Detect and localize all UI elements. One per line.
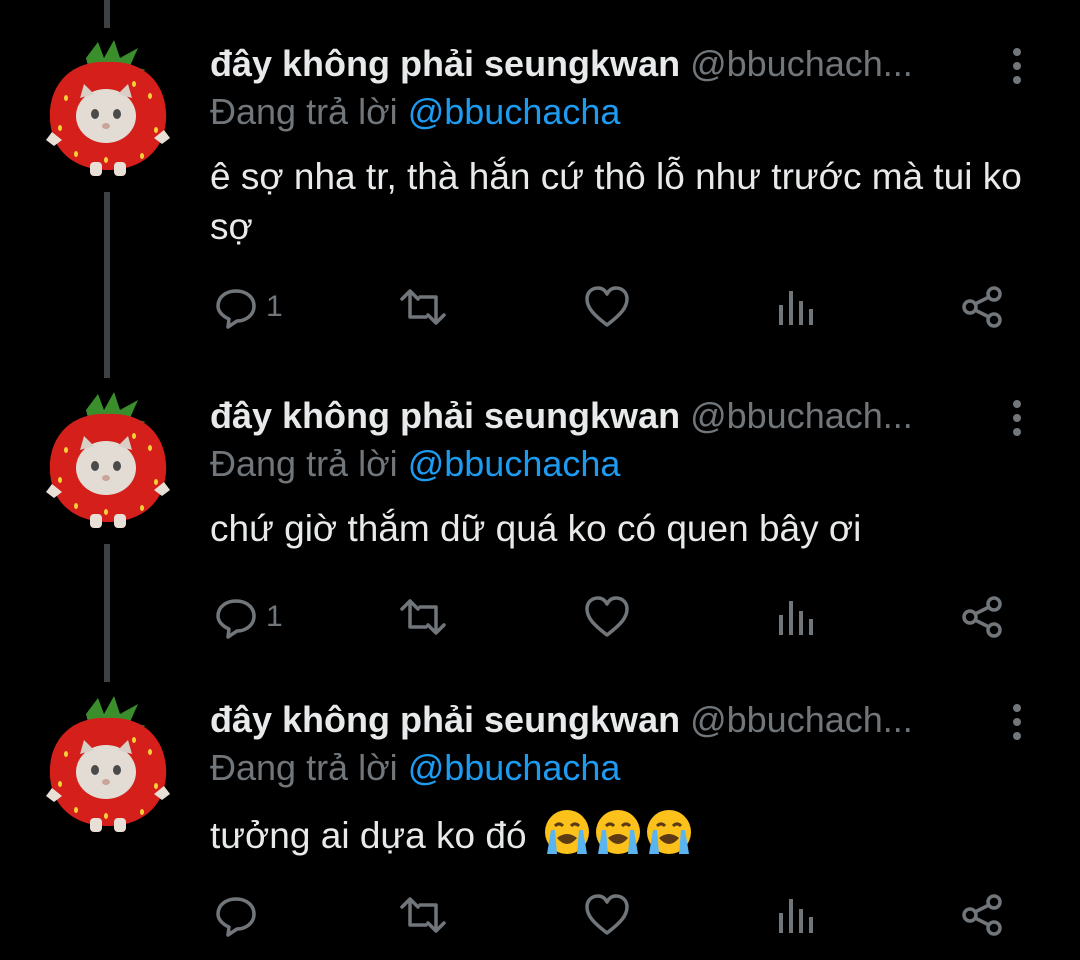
tweet-header: đây không phải seungkwan @bbuchach... [210, 394, 1000, 438]
replying-to: Đang trả lời @bbuchacha [210, 746, 620, 790]
more-vertical-icon [1013, 48, 1021, 84]
tweet[interactable]: đây không phải seungkwan @bbuchach... Đa… [0, 656, 1080, 960]
retweet-button[interactable] [396, 890, 450, 940]
reply-icon [216, 897, 256, 937]
more-options-button[interactable] [1004, 396, 1030, 440]
like-button[interactable] [584, 282, 630, 332]
replying-to-label: Đang trả lời [210, 443, 398, 484]
replying-to: Đang trả lời @bbuchacha [210, 90, 620, 134]
share-button[interactable] [960, 282, 1004, 332]
reply-icon [216, 289, 256, 329]
reply-count: 1 [266, 600, 283, 633]
replying-to-label: Đang trả lời [210, 91, 398, 132]
reply-button[interactable]: 1 [214, 592, 283, 642]
views-button[interactable] [776, 592, 816, 642]
retweet-button[interactable] [396, 592, 450, 642]
tweet-text: chứ giờ thắm dữ quá ko có quen bây ơi [210, 508, 862, 549]
like-button[interactable] [584, 592, 630, 642]
avatar[interactable] [46, 388, 170, 528]
display-name[interactable]: đây không phải seungkwan [210, 395, 680, 436]
views-button[interactable] [776, 282, 816, 332]
share-button[interactable] [960, 592, 1004, 642]
display-name[interactable]: đây không phải seungkwan [210, 699, 680, 740]
like-icon [585, 286, 629, 327]
display-name[interactable]: đây không phải seungkwan [210, 43, 680, 84]
tweet[interactable]: đây không phải seungkwan @bbuchach... Đa… [0, 0, 1080, 350]
reply-button[interactable]: 1 [214, 282, 283, 332]
like-button[interactable] [584, 890, 630, 940]
crying-emoji-group [543, 808, 693, 869]
strawberry-cat-avatar-image [46, 392, 170, 528]
reply-mention-link[interactable]: @bbuchacha [408, 91, 621, 132]
replying-to: Đang trả lời @bbuchacha [210, 442, 620, 486]
reply-icon [216, 599, 256, 639]
share-icon [962, 596, 1002, 638]
retweet-icon [400, 289, 446, 325]
user-handle[interactable]: @bbuchach... [690, 699, 913, 740]
reply-mention-link[interactable]: @bbuchacha [408, 747, 621, 788]
tweet[interactable]: đây không phải seungkwan @bbuchach... Đa… [0, 352, 1080, 662]
reply-count: 1 [266, 290, 283, 323]
views-button[interactable] [776, 890, 816, 940]
tweet-text-content: tưởng ai dựa ko đó [210, 815, 527, 856]
strawberry-cat-avatar-image [46, 40, 170, 176]
tweet-text: ê sợ nha tr, thà hắn cứ thô lỗ như trước… [210, 156, 1022, 247]
like-icon [585, 596, 629, 637]
views-icon [779, 291, 813, 325]
retweet-icon [400, 599, 446, 635]
share-icon [962, 286, 1002, 328]
tweet-text: tưởng ai dựa ko đó [210, 808, 1040, 869]
user-handle[interactable]: @bbuchach... [690, 395, 913, 436]
share-button[interactable] [960, 890, 1004, 940]
retweet-button[interactable] [396, 282, 450, 332]
views-icon [779, 899, 813, 933]
like-icon [585, 894, 629, 935]
more-vertical-icon [1013, 400, 1021, 436]
share-icon [962, 894, 1002, 936]
user-handle[interactable]: @bbuchach... [690, 43, 913, 84]
reply-mention-link[interactable]: @bbuchacha [408, 443, 621, 484]
avatar[interactable] [46, 36, 170, 176]
more-options-button[interactable] [1004, 700, 1030, 744]
retweet-icon [400, 897, 446, 933]
reply-button[interactable] [214, 890, 266, 940]
tweet-header: đây không phải seungkwan @bbuchach... [210, 42, 1000, 86]
more-vertical-icon [1013, 704, 1021, 740]
replying-to-label: Đang trả lời [210, 747, 398, 788]
more-options-button[interactable] [1004, 44, 1030, 88]
strawberry-cat-avatar-image [46, 696, 170, 832]
avatar[interactable] [46, 692, 170, 832]
loudly-crying-face-icon [544, 810, 691, 854]
views-icon [779, 601, 813, 635]
tweet-header: đây không phải seungkwan @bbuchach... [210, 698, 1000, 742]
